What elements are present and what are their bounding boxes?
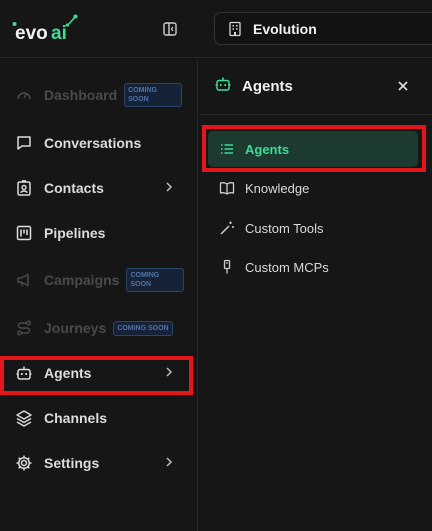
sidebar-item-agents[interactable]: Agents [0, 351, 198, 395]
panel-left-icon [163, 22, 177, 36]
sidebar-item-label: Settings [44, 455, 100, 471]
panel-header: Agents [199, 59, 432, 115]
building-icon [229, 21, 241, 36]
evoai-logo: evo ai [11, 14, 83, 44]
submenu-item-custom-tools[interactable]: Custom Tools [208, 210, 418, 246]
coming-soon-badge: COMING SOON [126, 268, 185, 292]
submenu-item-knowledge[interactable]: Knowledge [208, 170, 418, 206]
wand-icon [219, 220, 235, 236]
coming-soon-badge: COMING SOON [124, 83, 183, 107]
chat-icon [15, 134, 33, 152]
sidebar-item-label: Agents [44, 365, 92, 381]
chevron-right-icon [166, 182, 173, 192]
sidebar-item-label: Campaigns [44, 272, 120, 288]
close-panel-button[interactable] [394, 77, 412, 95]
sidebar-item-campaigns: Campaigns COMING SOON [0, 258, 198, 302]
sidebar-item-pipelines[interactable]: Pipelines [0, 211, 198, 255]
submenu-item-custom-mcps[interactable]: Custom MCPs [208, 249, 418, 285]
sidebar-collapse-button[interactable] [158, 18, 182, 40]
panel-title: Agents [242, 78, 293, 95]
svg-text:evo: evo [15, 23, 48, 44]
bot-icon [214, 75, 232, 98]
close-icon [398, 81, 408, 91]
layers-icon [15, 409, 33, 427]
route-icon [15, 319, 33, 337]
sidebar-item-label: Contacts [44, 180, 104, 196]
dashboard-icon [15, 86, 33, 104]
submenu-item-agents[interactable]: Agents [208, 131, 418, 167]
svg-text:ai: ai [51, 23, 67, 44]
top-bar: evo ai Evolution [0, 0, 432, 58]
sidebar-item-label: Channels [44, 410, 108, 426]
agents-submenu-panel: Agents Agents Knowledge Custom Tools Cus… [199, 59, 432, 531]
workspace-name: Evolution [253, 20, 317, 37]
gear-icon [15, 454, 33, 472]
sidebar-item-label: Pipelines [44, 225, 106, 241]
sidebar-item-label: Dashboard [44, 87, 118, 103]
sidebar-item-conversations[interactable]: Conversations [0, 121, 198, 165]
main-sidebar: Dashboard COMING SOON Conversations Cont… [0, 59, 198, 531]
chevron-right-icon [166, 457, 173, 467]
submenu-item-label: Knowledge [245, 180, 310, 196]
book-icon [219, 180, 235, 196]
chevron-right-icon [166, 367, 173, 377]
list-icon [219, 141, 235, 157]
sidebar-item-label: Journeys [44, 320, 107, 336]
kanban-icon [15, 224, 33, 242]
sidebar-item-dashboard: Dashboard COMING SOON [0, 73, 198, 117]
coming-soon-badge: COMING SOON [113, 320, 173, 336]
submenu-item-label: Agents [245, 141, 290, 157]
submenu-item-label: Custom MCPs [245, 259, 329, 275]
contact-card-icon [15, 179, 33, 197]
sidebar-item-channels[interactable]: Channels [0, 396, 198, 440]
megaphone-icon [15, 271, 33, 289]
workspace-switcher[interactable]: Evolution [214, 12, 432, 45]
sidebar-item-journeys: Journeys COMING SOON [0, 306, 198, 350]
bot-icon [15, 364, 33, 382]
sidebar-item-settings[interactable]: Settings [0, 441, 198, 485]
submenu-item-label: Custom Tools [245, 220, 324, 236]
sidebar-item-label: Conversations [44, 135, 142, 151]
plug-icon [219, 259, 235, 275]
sidebar-item-contacts[interactable]: Contacts [0, 166, 198, 210]
